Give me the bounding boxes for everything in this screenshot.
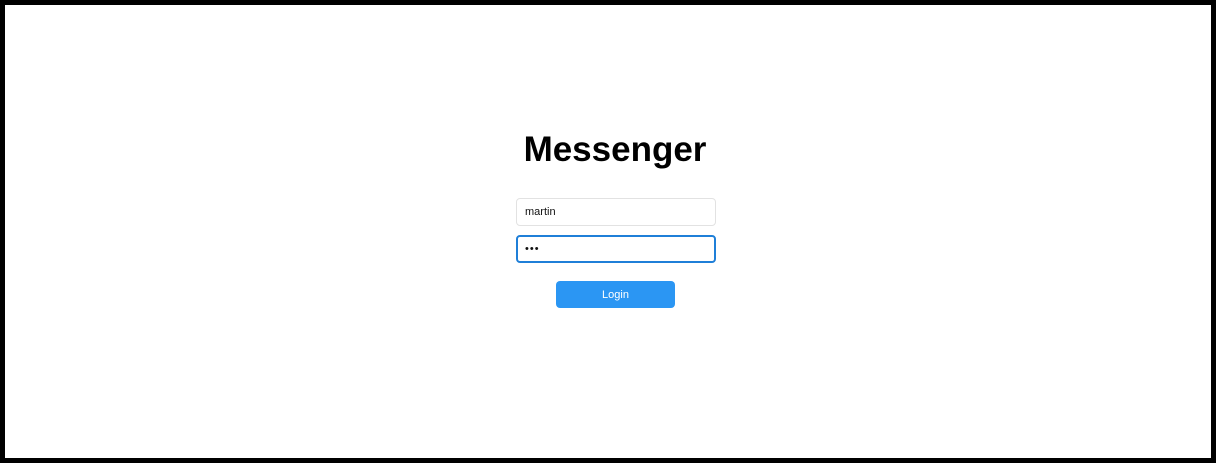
password-field[interactable] xyxy=(516,235,716,263)
username-field[interactable] xyxy=(516,198,716,226)
page-title: Messenger xyxy=(523,130,707,169)
login-button[interactable]: Login xyxy=(556,281,675,308)
app-window: Messenger Login xyxy=(5,5,1211,458)
